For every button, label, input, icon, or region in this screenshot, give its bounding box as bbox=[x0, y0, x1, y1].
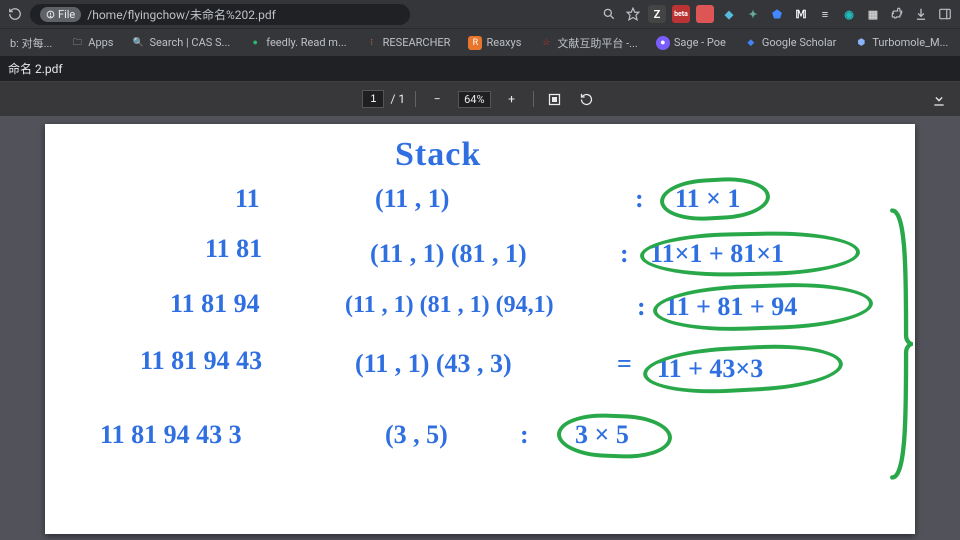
url-path: /home/flyingchow/未命名%202.pdf bbox=[87, 6, 276, 23]
circle-2 bbox=[640, 230, 861, 278]
rotate-button[interactable] bbox=[576, 88, 598, 110]
pdf-viewer[interactable]: Stack 11 (11 , 1) : 11 × 1 11 81 (11 , 1… bbox=[0, 116, 960, 540]
extension-m-icon[interactable]: 𝕄 bbox=[792, 5, 810, 23]
stack-1: (11 , 1) bbox=[375, 184, 449, 214]
seq-1: 11 bbox=[235, 184, 260, 214]
extension-zotero-icon[interactable]: Z bbox=[648, 5, 666, 23]
feedly-icon: ● bbox=[248, 36, 262, 50]
circle-1 bbox=[659, 175, 771, 223]
browser-window: File /home/flyingchow/未命名%202.pdf Z beta… bbox=[0, 0, 960, 540]
reload-icon[interactable] bbox=[6, 5, 24, 23]
extension-grid-icon[interactable]: ▦ bbox=[864, 5, 882, 23]
stack-3: (11 , 1) (81 , 1) (94,1) bbox=[345, 292, 554, 319]
scheme-label: File bbox=[58, 8, 75, 21]
bookmark-item[interactable]: ⁝RESEARCHER bbox=[361, 34, 455, 52]
bookmark-item[interactable]: 🔍Search | CAS S... bbox=[128, 34, 235, 52]
extension-note-icon[interactable]: ≡ bbox=[816, 5, 834, 23]
circle-5 bbox=[556, 412, 672, 460]
colon-5: : bbox=[520, 420, 529, 450]
circle-4 bbox=[642, 341, 844, 397]
extensions-icon[interactable] bbox=[888, 5, 906, 23]
notes-title: Stack bbox=[395, 136, 481, 174]
download-icon[interactable] bbox=[912, 5, 930, 23]
doc-icon: ☆ bbox=[539, 36, 553, 50]
extension-red-icon[interactable] bbox=[696, 5, 714, 23]
colon-4: = bbox=[617, 349, 632, 379]
researcher-icon: ⁝ bbox=[365, 36, 379, 50]
seq-3: 11 81 94 bbox=[170, 289, 260, 319]
scholar-icon: ◆ bbox=[744, 36, 758, 50]
pdf-tab-title: 命名 2.pdf bbox=[8, 60, 63, 77]
zoom-in-button[interactable]: + bbox=[501, 88, 523, 110]
bookmark-item[interactable]: ☆文献互助平台 -... bbox=[535, 33, 641, 53]
sidepanel-icon[interactable] bbox=[936, 5, 954, 23]
search-icon[interactable] bbox=[600, 5, 618, 23]
extension-leaf-icon[interactable]: ✦ bbox=[744, 5, 762, 23]
download-pdf-button[interactable] bbox=[928, 88, 950, 110]
extension-cube-icon[interactable]: ⬟ bbox=[768, 5, 786, 23]
zoom-level[interactable]: 64% bbox=[458, 91, 490, 108]
extension-beta-icon[interactable]: beta bbox=[672, 5, 690, 23]
bookmarks-bar: b: 对每... 🗀Apps 🔍Search | CAS S... ●feedl… bbox=[0, 28, 960, 56]
url-box[interactable]: File /home/flyingchow/未命名%202.pdf bbox=[30, 4, 410, 25]
star-icon[interactable] bbox=[624, 5, 642, 23]
stack-2: (11 , 1) (81 , 1) bbox=[370, 239, 527, 269]
poe-icon: ● bbox=[656, 36, 670, 50]
page-group: / 1 bbox=[362, 90, 405, 108]
bookmark-item[interactable]: b: 对每... bbox=[6, 33, 56, 53]
bookmark-item[interactable]: ●Sage - Poe bbox=[652, 34, 730, 52]
reaxys-icon: R bbox=[468, 36, 482, 50]
turbomole-icon: ⬢ bbox=[854, 36, 868, 50]
pdf-page: Stack 11 (11 , 1) : 11 × 1 11 81 (11 , 1… bbox=[45, 124, 915, 534]
bookmark-item[interactable]: ⬢Turbomole_M... bbox=[850, 34, 952, 52]
pdf-toolbar: / 1 − 64% + bbox=[0, 82, 960, 116]
folder-icon: 🗀 bbox=[70, 36, 84, 50]
bookmark-item[interactable]: ◆Google Scholar bbox=[740, 34, 840, 52]
search-icon: 🔍 bbox=[132, 36, 146, 50]
zoom-out-button[interactable]: − bbox=[426, 88, 448, 110]
pdf-tab-strip: 命名 2.pdf bbox=[0, 56, 960, 82]
stack-4: (11 , 1) (43 , 3) bbox=[355, 349, 512, 379]
address-bar: File /home/flyingchow/未命名%202.pdf Z beta… bbox=[0, 0, 960, 28]
page-input[interactable] bbox=[362, 90, 384, 108]
colon-2: : bbox=[620, 239, 629, 269]
colon-1: : bbox=[635, 184, 644, 214]
bookmark-item[interactable]: RReaxys bbox=[464, 34, 525, 52]
colon-3: : bbox=[637, 292, 646, 322]
divider bbox=[533, 91, 534, 107]
fit-page-button[interactable] bbox=[544, 88, 566, 110]
file-scheme-chip: File bbox=[40, 7, 81, 22]
extension-diamond-icon[interactable]: ◆ bbox=[720, 5, 738, 23]
stack-5: (3 , 5) bbox=[385, 420, 448, 450]
brace-icon bbox=[887, 184, 913, 504]
bookmark-item[interactable]: ●feedly. Read m... bbox=[244, 34, 350, 52]
page-total: / 1 bbox=[390, 92, 405, 106]
seq-4: 11 81 94 43 bbox=[140, 346, 262, 376]
seq-5: 11 81 94 43 3 bbox=[100, 420, 242, 450]
seq-2: 11 81 bbox=[205, 234, 262, 264]
extension-c-icon[interactable]: ◉ bbox=[840, 5, 858, 23]
divider bbox=[415, 91, 416, 107]
circle-3 bbox=[652, 280, 873, 334]
bookmark-item[interactable]: 🗀Apps bbox=[66, 34, 117, 52]
